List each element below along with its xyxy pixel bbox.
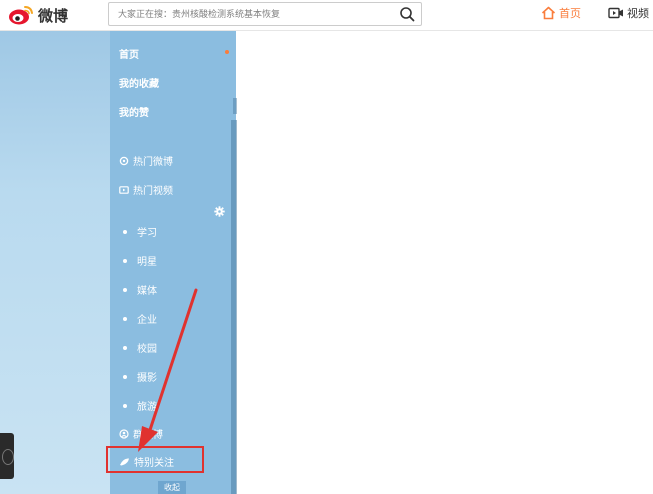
sidebar-item-favorites[interactable]: 我的收藏 bbox=[119, 75, 159, 90]
nav-home-label: 首页 bbox=[559, 7, 581, 20]
top-bar: 微博 大家正在搜：贵州核酸检测系统基本恢复 首页 视频 bbox=[0, 0, 653, 31]
bullet-dot bbox=[123, 316, 127, 321]
sidebar-item-label: 摄影 bbox=[137, 373, 157, 384]
sidebar-item-label: 媒体 bbox=[137, 286, 157, 297]
active-indicator-dot bbox=[225, 50, 229, 54]
sidebar-item-hot-video[interactable]: 热门视频 bbox=[119, 182, 173, 197]
sidebar-item-media[interactable]: 媒体 bbox=[119, 282, 157, 297]
sidebar-item-likes[interactable]: 我的赞 bbox=[119, 104, 149, 119]
page-background bbox=[0, 31, 110, 494]
sidebar-item-label: 学习 bbox=[137, 228, 157, 239]
sidebar-item-study[interactable]: 学习 bbox=[119, 224, 157, 239]
bullet-dot bbox=[123, 258, 127, 263]
highlight-box bbox=[106, 446, 204, 473]
gear-icon[interactable] bbox=[214, 206, 225, 217]
sidebar-item-travel[interactable]: 旅游 bbox=[119, 398, 157, 413]
home-icon bbox=[541, 6, 556, 20]
search-placeholder: 大家正在搜：贵州核酸检测系统基本恢复 bbox=[118, 10, 281, 20]
nav-video-label: 视频 bbox=[627, 7, 649, 20]
bullet-dot bbox=[123, 345, 127, 350]
sidebar-item-label: 我的赞 bbox=[119, 108, 149, 119]
group-icon bbox=[119, 428, 129, 439]
sidebar-item-photography[interactable]: 摄影 bbox=[119, 369, 157, 384]
main-content-area bbox=[237, 31, 653, 494]
sidebar-item-label: 明星 bbox=[137, 257, 157, 268]
side-toggle-tab[interactable] bbox=[0, 433, 14, 479]
weibo-logo[interactable]: 微博 bbox=[8, 3, 68, 27]
bullet-dot bbox=[123, 374, 127, 379]
sidebar-item-label: 我的收藏 bbox=[119, 79, 159, 90]
weibo-eye-icon bbox=[9, 6, 33, 25]
bullet-dot bbox=[123, 287, 127, 292]
sidebar-item-campus[interactable]: 校园 bbox=[119, 340, 157, 355]
sidebar-item-celebrity[interactable]: 明星 bbox=[119, 253, 157, 268]
collapse-button[interactable]: 收起 bbox=[158, 481, 186, 494]
sidebar-item-label: 群微博 bbox=[133, 430, 163, 441]
sidebar-item-label: 热门微博 bbox=[133, 157, 173, 168]
sidebar-item-home[interactable]: 首页 bbox=[119, 46, 139, 61]
video-icon bbox=[608, 7, 623, 19]
search-input[interactable]: 大家正在搜：贵州核酸检测系统基本恢复 bbox=[108, 2, 422, 26]
nav-home-link[interactable]: 首页 bbox=[541, 5, 581, 21]
sidebar-item-label: 旅游 bbox=[137, 402, 157, 413]
hot-video-icon bbox=[119, 185, 129, 194]
hot-weibo-icon bbox=[119, 156, 129, 165]
logo-text: 微博 bbox=[38, 6, 69, 25]
sidebar-item-label: 首页 bbox=[119, 50, 139, 61]
sidebar-item-label: 校园 bbox=[137, 344, 157, 355]
side-toggle-icon bbox=[2, 449, 14, 465]
sidebar-item-label: 企业 bbox=[137, 315, 157, 326]
sidebar-item-group-weibo[interactable]: 群微博 bbox=[119, 426, 163, 441]
sidebar-item-label: 热门视频 bbox=[133, 186, 173, 197]
sidebar-item-enterprise[interactable]: 企业 bbox=[119, 311, 157, 326]
bullet-dot bbox=[123, 229, 127, 234]
search-icon[interactable] bbox=[399, 6, 415, 22]
bullet-dot bbox=[123, 403, 127, 408]
sidebar-item-hot-weibo[interactable]: 热门微博 bbox=[119, 153, 173, 168]
nav-video-link[interactable]: 视频 bbox=[608, 5, 649, 21]
